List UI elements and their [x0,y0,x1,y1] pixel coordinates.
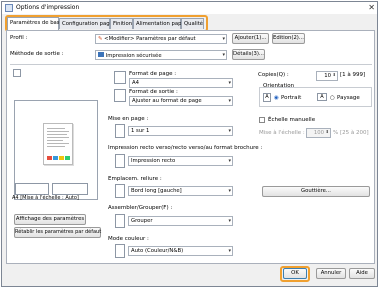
profile-select[interactable]: ✎ <Modifier> Paramètres par défaut ▾ [95,34,227,44]
page-size-icon [114,71,126,84]
divider [10,64,372,65]
binding-select[interactable]: Bord long [gauche] ▾ [128,186,233,196]
window-title: Options d'impression [16,4,80,11]
restore-defaults-button[interactable]: Rétablir les paramètres par défaut [14,227,101,238]
close-icon[interactable]: ✕ [368,3,375,12]
scaling-range: % [25 à 200] [333,130,369,136]
chevron-down-icon: ▾ [228,98,231,104]
color-mode-select[interactable]: Auto (Couleur/N&B) ▾ [128,246,233,256]
profile-label: Profil : [10,35,28,41]
secure-print-icon [98,52,104,57]
layout-1-up-icon [115,124,125,138]
title-bar: Options d'impression ✕ [2,2,377,14]
page-size-label: Format de page : [129,71,177,77]
output-size-icon [114,89,126,102]
duplex-select[interactable]: Impression recto ▾ [128,156,233,166]
chevron-down-icon: ▾ [228,248,231,254]
chevron-down-icon: ▾ [228,188,231,194]
color-mode-icon [115,244,125,258]
output-size-value: Ajuster au format de page [132,98,202,104]
collate-label: Assembler/Grouper(F) : [108,205,173,211]
show-settings-button[interactable]: Affichage des paramètres [14,214,86,225]
output-method-select[interactable]: Impression sécurisée ▾ [95,50,227,60]
cancel-button[interactable]: Annuler [316,268,346,279]
duplex-layout-icon[interactable] [52,183,88,195]
printer-app-icon [5,4,13,12]
page-size-select[interactable]: A4 ▾ [129,78,233,88]
details-button[interactable]: Détails(3)... [232,49,265,60]
landscape-label: Paysage [337,95,360,101]
binding-value: Bord long [gauche] [131,188,182,194]
manual-scaling-checkbox[interactable] [259,117,265,123]
copies-value: 10 [324,73,331,79]
spin-arrows-icon[interactable]: ⬍ [333,72,336,77]
scaling-value: 100 [313,130,324,136]
binding-label: Emplacem. reliure : [108,176,162,182]
spin-arrows-icon[interactable]: ⬍ [326,129,329,134]
tab-basic-settings[interactable]: Paramètres de base [7,17,63,30]
one-sided-icon [115,154,125,168]
tab-finishing[interactable]: Finition [110,18,133,29]
tab-quality[interactable]: Qualité [181,18,204,29]
ok-button[interactable]: OK [283,268,307,279]
print-options-window: Options d'impression ✕ Paramètres de bas… [1,1,378,287]
collate-select[interactable]: Grouper ▾ [128,216,233,226]
help-button[interactable]: Aide [349,268,375,279]
chevron-down-icon: ▾ [222,36,225,42]
color-mode-label: Mode couleur : [108,236,149,242]
landscape-radio[interactable]: ○ [330,95,335,101]
chevron-down-icon: ▾ [228,80,231,86]
portrait-label: Portrait [281,95,302,101]
landscape-icon: A [317,93,327,101]
output-size-label: Format de sortie : [129,89,178,95]
page-layout-icon[interactable] [15,183,49,195]
copies-input[interactable]: 10 ⬍ [316,71,338,81]
pencil-icon: ✎ [98,36,103,42]
collate-value: Grouper [131,218,153,224]
manual-scaling-label: Échelle manuelle [268,117,316,123]
output-method-label: Méthode de sortie : [10,51,64,57]
color-mode-value: Auto (Couleur/N&B) [131,248,184,254]
add-profile-button[interactable]: Ajouter(1)... [232,33,269,44]
chevron-down-icon: ▾ [228,128,231,134]
gutter-button[interactable]: Gouttière... [262,186,370,197]
copies-label: Copies(Q) : [258,72,289,78]
edit-profile-button[interactable]: Edition(2)... [272,33,305,44]
portrait-icon: A [263,93,271,102]
portrait-radio[interactable]: ◉ [274,95,279,101]
page-size-value: A4 [132,80,139,86]
preview-toggle-icon[interactable] [13,69,21,77]
output-method-value: Impression sécurisée [105,53,162,59]
scaling-input[interactable]: 100 ⬍ [306,128,331,138]
layout-select[interactable]: 1 sur 1 ▾ [128,126,233,136]
scaling-field-label: Mise à l'échelle : [259,130,305,136]
duplex-value: Impression recto [131,158,176,164]
copies-range: [1 à 999] [340,72,366,78]
tab-page-setup[interactable]: Configuration page [59,18,113,29]
chevron-down-icon: ▾ [228,158,231,164]
chevron-down-icon: ▾ [222,52,225,58]
settings-pane: Profil : ✎ <Modifier> Paramètres par déf… [6,30,375,264]
duplex-label: Impression recto verso/recto verso/au fo… [108,145,263,151]
group-icon [115,214,125,228]
layout-value: 1 sur 1 [131,128,150,134]
tab-paper-source[interactable]: Alimentation papier [133,18,188,29]
chevron-down-icon: ▾ [228,218,231,224]
layout-label: Mise en page : [108,116,149,122]
preview-caption: A4 [Mise à l'échelle : Auto] [12,195,79,201]
output-size-select[interactable]: Ajuster au format de page ▾ [129,96,233,106]
binding-edge-icon [115,184,125,198]
profile-value: <Modifier> Paramètres par défaut [104,36,196,42]
document-thumbnail [43,123,73,165]
